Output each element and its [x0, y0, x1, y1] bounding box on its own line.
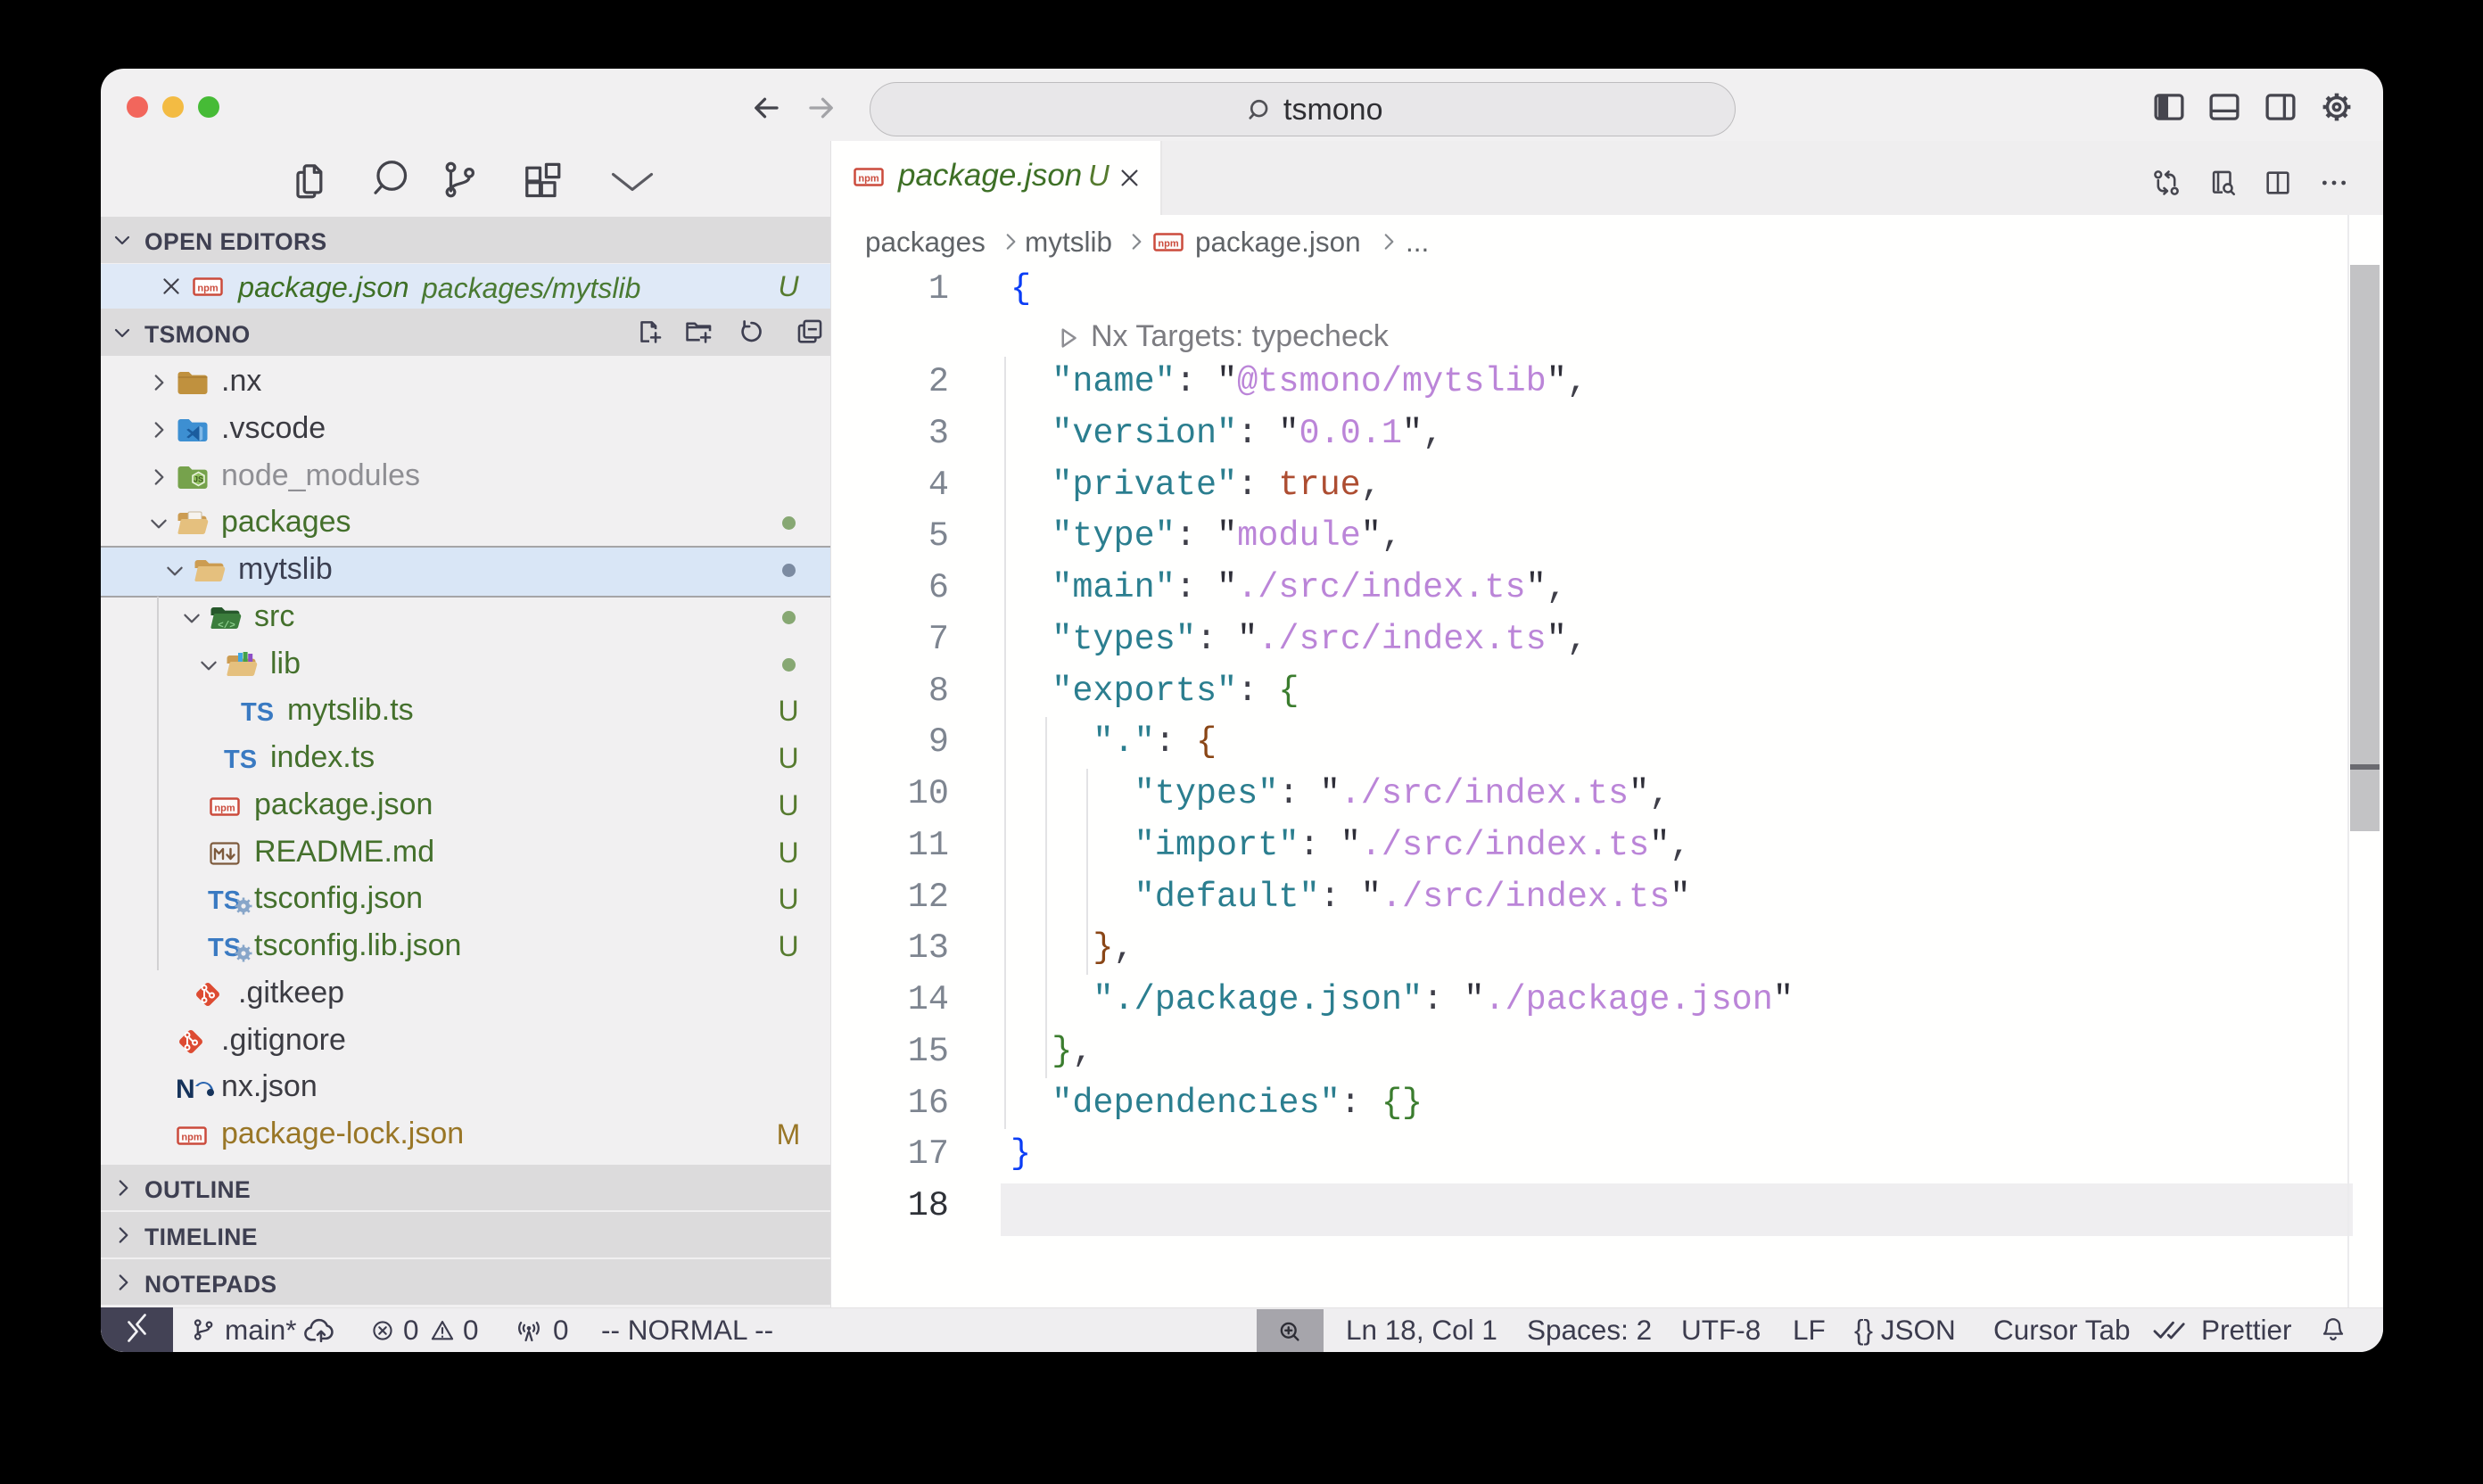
- svg-text:npm: npm: [858, 174, 879, 185]
- svg-text:N: N: [176, 1075, 195, 1104]
- svg-text:TS: TS: [224, 746, 257, 774]
- svg-text:npm: npm: [1158, 239, 1178, 250]
- svg-text:TS: TS: [208, 934, 241, 962]
- svg-text:npm: npm: [214, 804, 235, 814]
- svg-text:TS: TS: [208, 886, 241, 915]
- svg-text:</>: </>: [218, 621, 235, 631]
- svg-text:TS: TS: [241, 698, 274, 727]
- svg-text:npm: npm: [197, 284, 218, 294]
- svg-text:npm: npm: [181, 1133, 202, 1143]
- svg-text:JS: JS: [194, 475, 203, 484]
